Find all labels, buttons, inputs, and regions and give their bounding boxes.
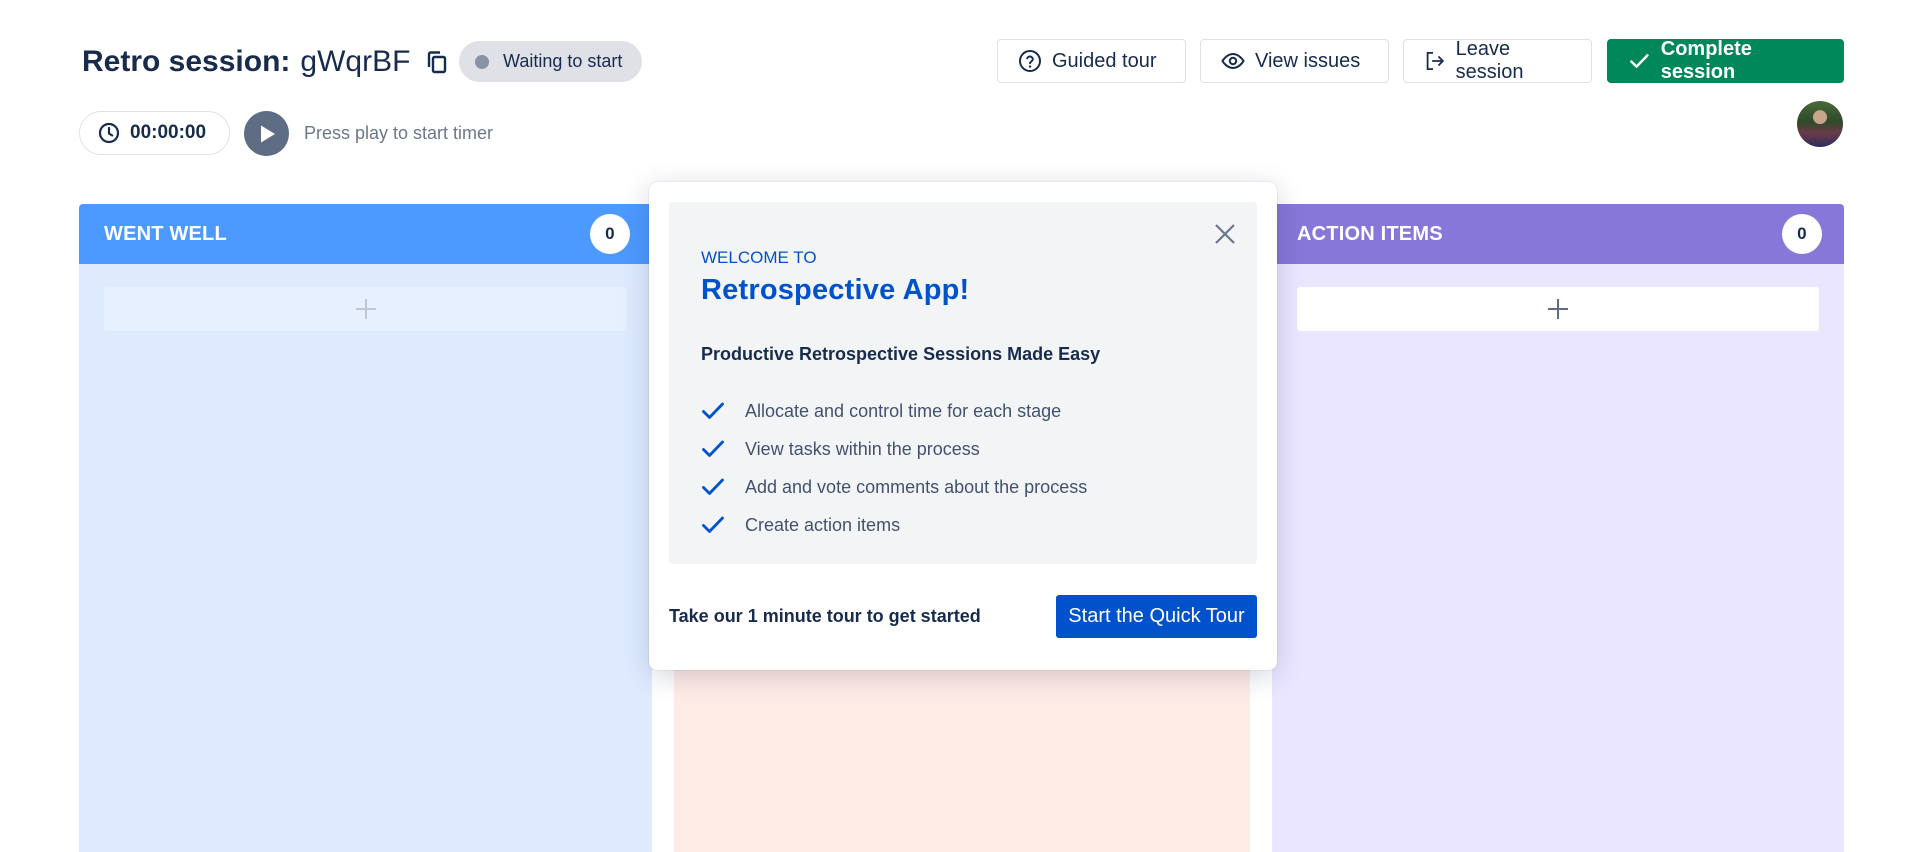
play-button[interactable]	[244, 111, 289, 156]
add-card-button[interactable]	[104, 287, 627, 331]
view-issues-button[interactable]: View issues	[1200, 39, 1389, 83]
status-dot	[475, 54, 489, 69]
column-title: WENT WELL	[104, 222, 227, 245]
welcome-modal: WELCOME TO Retrospective App! Productive…	[649, 182, 1277, 670]
complete-session-button[interactable]: Complete session	[1607, 38, 1844, 83]
feature-text: Create action items	[745, 514, 901, 535]
column-action-items: ACTION ITEMS 0	[1272, 204, 1844, 852]
check-icon	[702, 516, 724, 533]
modal-subtitle: Productive Retrospective Sessions Made E…	[701, 344, 1101, 364]
play-icon	[260, 125, 275, 142]
session-title-label: Retro session:	[82, 45, 291, 78]
list-item: Allocate and control time for each stage	[701, 392, 1087, 430]
avatar[interactable]	[1797, 101, 1843, 147]
tour-prompt: Take our 1 minute tour to get started	[669, 606, 981, 626]
welcome-label: WELCOME TO	[701, 248, 817, 267]
leave-session-button[interactable]: Leave session	[1403, 38, 1592, 83]
status-text: Waiting to start	[503, 51, 623, 71]
question-circle-icon	[1019, 50, 1041, 72]
guided-tour-button[interactable]: Guided tour	[997, 39, 1186, 83]
logout-icon	[1426, 51, 1444, 71]
welcome-panel: WELCOME TO Retrospective App! Productive…	[669, 202, 1257, 564]
close-icon[interactable]	[1211, 220, 1239, 248]
session-title: Retro session: gWqrBF	[82, 44, 448, 80]
check-icon	[1630, 54, 1649, 68]
column-count-badge: 0	[590, 214, 630, 254]
guided-tour-label: Guided tour	[1052, 49, 1157, 72]
timer-hint: Press play to start timer	[304, 123, 494, 143]
session-id: gWqrBF	[300, 45, 411, 78]
copy-icon[interactable]	[426, 50, 448, 74]
view-issues-label: View issues	[1255, 49, 1361, 72]
complete-session-label: Complete session	[1660, 38, 1752, 83]
app-name: Retrospective App!	[701, 274, 970, 306]
column-went-well: WENT WELL 0	[79, 204, 652, 852]
timer-display: 00:00:00	[79, 111, 230, 155]
plus-icon	[1548, 299, 1568, 319]
feature-text: Allocate and control time for each stage	[745, 400, 1062, 421]
feature-text: View tasks within the process	[745, 438, 980, 459]
timer-value: 00:00:00	[130, 122, 207, 143]
feature-list: Allocate and control time for each stage…	[701, 392, 1087, 544]
add-card-button[interactable]	[1297, 287, 1819, 331]
list-item: Add and vote comments about the process	[701, 468, 1087, 506]
eye-icon	[1221, 52, 1245, 70]
feature-text: Add and vote comments about the process	[745, 476, 1088, 497]
column-title: ACTION ITEMS	[1297, 222, 1443, 245]
list-item: View tasks within the process	[701, 430, 1087, 468]
column-header: ACTION ITEMS 0	[1272, 204, 1844, 264]
clock-icon	[98, 122, 120, 144]
column-header: WENT WELL 0	[79, 204, 652, 264]
check-icon	[702, 402, 724, 419]
plus-icon	[355, 299, 376, 319]
start-quick-tour-button[interactable]: Start the Quick Tour	[1056, 595, 1257, 638]
status-badge: Waiting to start	[459, 41, 643, 82]
column-count-badge: 0	[1782, 214, 1822, 254]
check-icon	[702, 440, 724, 457]
list-item: Create action items	[701, 506, 1087, 544]
leave-session-label: Leave session	[1455, 38, 1524, 83]
check-icon	[702, 478, 724, 495]
